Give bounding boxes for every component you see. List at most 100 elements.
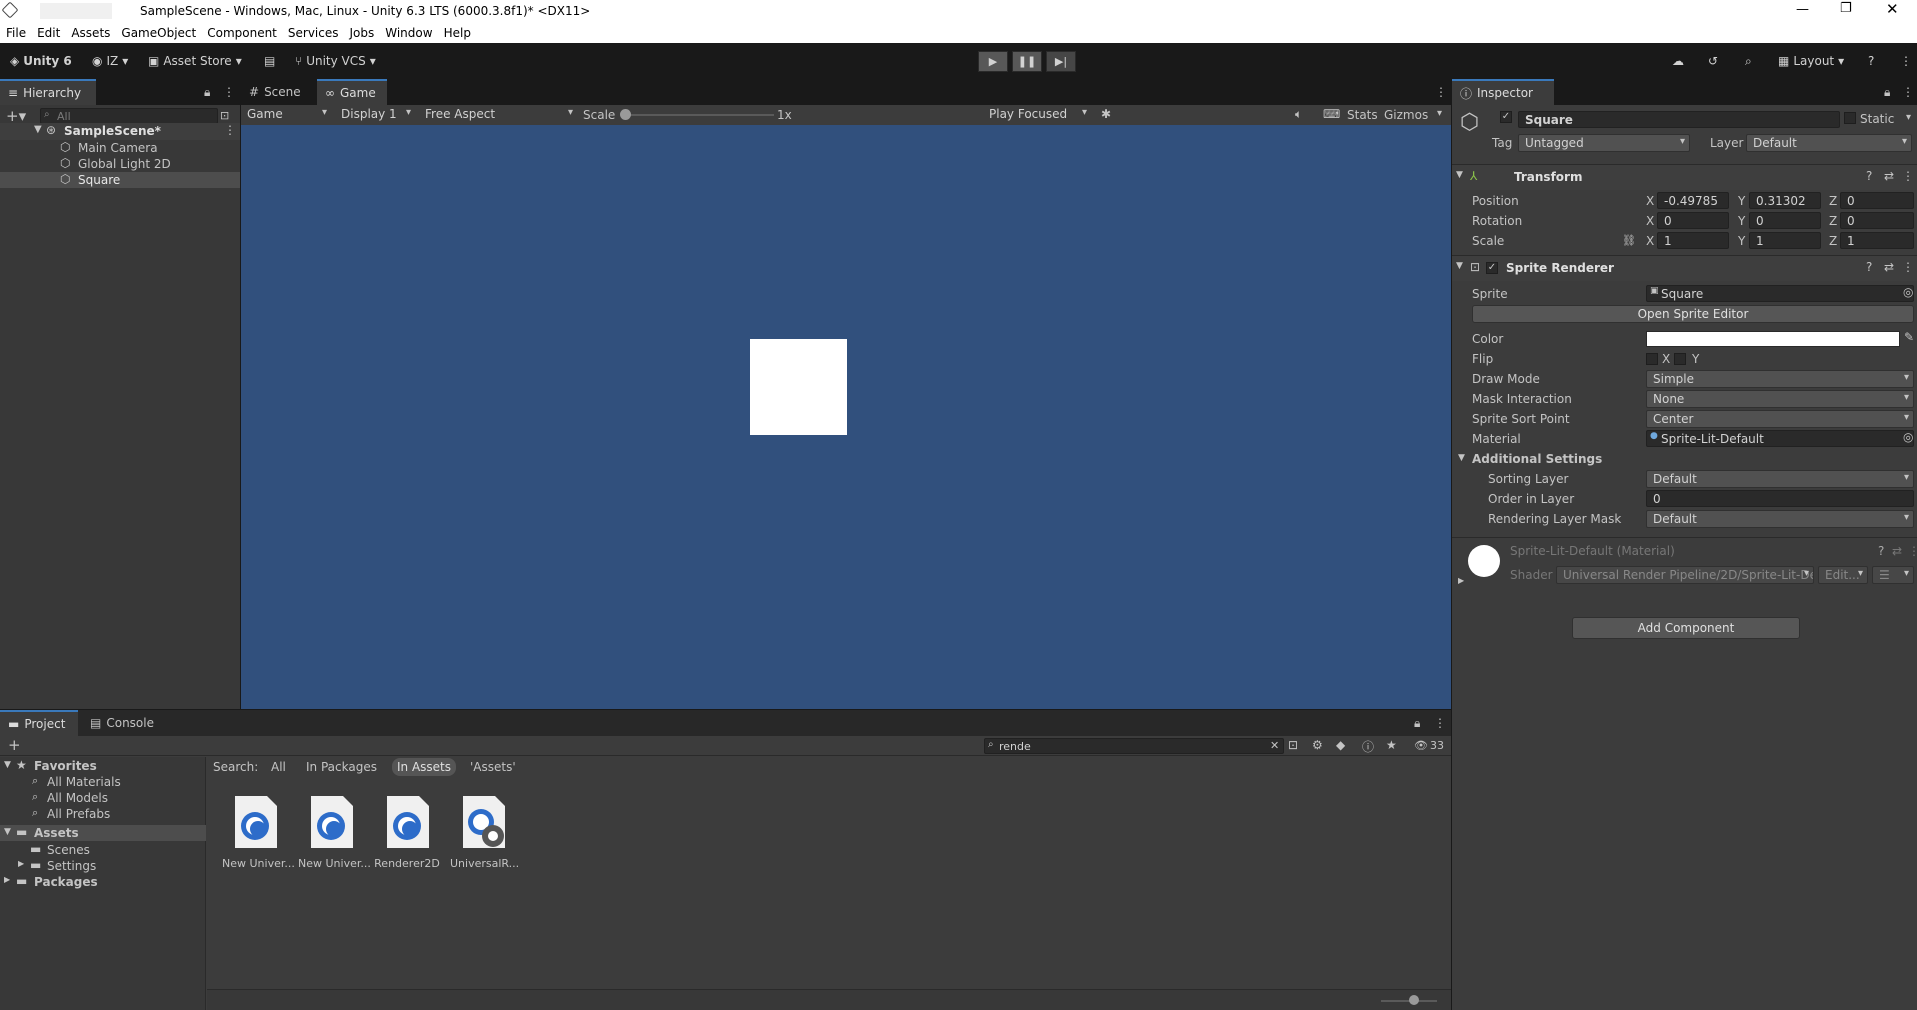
gizmos-button[interactable]: Gizmos (1384, 108, 1428, 122)
sprite-field[interactable]: Square (1646, 285, 1914, 302)
transform-header[interactable]: ▼ ⅄ Transform ? ⇄ ⋮ (1452, 164, 1917, 190)
additional-settings-foldout[interactable]: Additional Settings (1472, 452, 1602, 466)
tree-item[interactable]: Scenes (47, 843, 90, 857)
object-name-field[interactable]: Square (1518, 111, 1840, 128)
stats-button[interactable]: Stats (1347, 108, 1378, 122)
more-menu-icon[interactable]: ⋮ (1900, 52, 1912, 70)
help-icon[interactable]: ? (1868, 52, 1874, 70)
draw-mode-dropdown[interactable]: Simple (1646, 370, 1914, 388)
game-mode-dropdown[interactable]: Game (241, 106, 331, 124)
lock-icon[interactable]: 🔒︎ (204, 85, 210, 100)
menu-edit[interactable]: Edit (37, 26, 60, 40)
position-x-field[interactable]: -0.49785 (1657, 192, 1729, 209)
tab-project[interactable]: ▬ Project (0, 710, 78, 736)
enabled-checkbox[interactable]: ✓ (1486, 262, 1498, 274)
tag-dropdown[interactable]: Untagged (1518, 134, 1690, 152)
tab-hierarchy[interactable]: ≡ Hierarchy (0, 79, 96, 105)
hierarchy-item-selected[interactable]: ⬡ Square (0, 172, 240, 188)
component-menu-icon[interactable]: ⋮ (1902, 169, 1914, 183)
material-field[interactable]: Sprite-Lit-Default (1646, 430, 1914, 447)
help-icon[interactable]: ? (1866, 169, 1872, 183)
hierarchy-item[interactable]: ⬡ Global Light 2D (0, 156, 240, 172)
tab-inspector[interactable]: ⓘ Inspector (1452, 79, 1554, 105)
tree-item[interactable]: All Models (47, 791, 108, 805)
search-history-icon[interactable]: ⊡ (1288, 738, 1298, 752)
position-y-field[interactable]: 0.31302 (1749, 192, 1821, 209)
hidden-packages-icon[interactable]: 👁︎ (1414, 739, 1428, 752)
expand-arrow-icon[interactable]: ▶ (18, 859, 24, 868)
close-button[interactable]: ✕ (1886, 0, 1899, 18)
object-picker-icon[interactable]: ◎ (1903, 285, 1913, 299)
panel-menu-icon[interactable]: ⋮ (1434, 716, 1446, 730)
scale-y-field[interactable]: 1 (1749, 232, 1821, 249)
scope-in-assets[interactable]: In Assets (392, 758, 457, 776)
mask-interaction-dropdown[interactable]: None (1646, 390, 1914, 408)
favorite-star-icon[interactable]: ★ (1386, 738, 1397, 752)
collapse-arrow-icon[interactable]: ▼ (4, 760, 11, 770)
layer-dropdown[interactable]: Default (1746, 134, 1912, 152)
search-icon[interactable]: ⌕ (1745, 52, 1752, 70)
flip-x-checkbox[interactable] (1646, 353, 1658, 365)
tree-item[interactable]: All Materials (47, 775, 121, 789)
asset-item[interactable]: Renderer2D (374, 794, 440, 870)
panel-menu-icon[interactable]: ⋮ (1435, 85, 1447, 99)
scope-all[interactable]: All (271, 760, 286, 774)
hierarchy-search-input[interactable]: All (40, 108, 218, 124)
menu-gameobject[interactable]: GameObject (121, 26, 196, 40)
maximize-button[interactable]: ❐ (1840, 1, 1852, 16)
scale-x-field[interactable]: 1 (1657, 232, 1729, 249)
search-filter-icon[interactable]: ⊡ (220, 109, 229, 122)
asset-store-dropdown[interactable]: ▣ Asset Store ▾ (148, 52, 242, 70)
icon-size-slider-handle[interactable] (1409, 995, 1419, 1005)
chevron-down-icon[interactable]: ▾ (1906, 112, 1911, 123)
tree-item[interactable]: All Prefabs (47, 807, 110, 821)
game-viewport[interactable] (241, 125, 1451, 709)
unity-account-button[interactable]: ◈ Unity 6 (10, 52, 72, 70)
add-component-button[interactable]: Add Component (1572, 617, 1800, 639)
create-button[interactable]: + (8, 736, 21, 754)
rendering-layer-mask-dropdown[interactable]: Default (1646, 510, 1914, 528)
component-menu-icon[interactable]: ⋮ (1908, 544, 1917, 558)
rotation-y-field[interactable]: 0 (1749, 212, 1821, 229)
constrain-link-icon[interactable]: ⛓ (1622, 234, 1636, 247)
hierarchy-item[interactable]: ⬡ Main Camera (0, 140, 240, 156)
account-dropdown[interactable]: ◉ IZ ▾ (92, 52, 128, 70)
panel-menu-icon[interactable]: ⋮ (223, 85, 235, 99)
play-button[interactable]: ▶ (978, 51, 1008, 72)
display-dropdown[interactable]: Display 1 (335, 106, 415, 124)
preset-icon[interactable]: ⇄ (1884, 169, 1894, 183)
flip-y-checkbox[interactable] (1674, 353, 1686, 365)
collapse-arrow-icon[interactable]: ▼ (1458, 453, 1465, 463)
rotation-z-field[interactable]: 0 (1840, 212, 1914, 229)
layout-dropdown[interactable]: ▦ Layout ▾ (1778, 52, 1844, 70)
eyedropper-icon[interactable]: ✎ (1904, 330, 1914, 344)
sorting-layer-dropdown[interactable]: Default (1646, 470, 1914, 488)
minimize-button[interactable]: — (1796, 2, 1809, 17)
filter-log-icon[interactable]: ⓘ (1362, 738, 1374, 755)
expand-arrow-icon[interactable]: ▶ (1458, 576, 1464, 585)
color-field[interactable] (1646, 331, 1900, 347)
order-in-layer-field[interactable]: 0 (1646, 490, 1914, 507)
expand-arrow-icon[interactable]: ▶ (4, 875, 10, 884)
menu-services[interactable]: Services (288, 26, 339, 40)
preset-icon[interactable]: ⇄ (1884, 260, 1894, 274)
package-button[interactable]: ▤ (264, 52, 275, 70)
lock-icon[interactable]: 🔒︎ (1884, 85, 1890, 100)
open-sprite-editor-button[interactable]: Open Sprite Editor (1472, 305, 1914, 323)
expand-arrow-icon[interactable]: ▼ (34, 124, 42, 135)
play-focused-dropdown[interactable]: Play Focused (983, 106, 1091, 124)
menu-file[interactable]: File (6, 26, 26, 40)
asset-item[interactable]: UniversalR... (450, 794, 519, 870)
keyboard-icon[interactable]: ⌨ (1323, 107, 1340, 121)
tree-favorites[interactable]: Favorites (34, 759, 97, 773)
pause-button[interactable]: ❚❚ (1012, 51, 1042, 72)
sort-point-dropdown[interactable]: Center (1646, 410, 1914, 428)
history-icon[interactable]: ↺ (1708, 52, 1718, 70)
object-picker-icon[interactable]: ◎ (1903, 430, 1913, 444)
preset-icon[interactable]: ⇄ (1892, 544, 1902, 558)
clear-search-icon[interactable]: ✕ (1270, 739, 1279, 752)
tab-scene[interactable]: # Scene (241, 79, 313, 105)
vcs-dropdown[interactable]: ⑂ Unity VCS ▾ (295, 52, 376, 70)
shader-options-dropdown[interactable]: ☰ (1872, 566, 1914, 584)
position-z-field[interactable]: 0 (1840, 192, 1914, 209)
